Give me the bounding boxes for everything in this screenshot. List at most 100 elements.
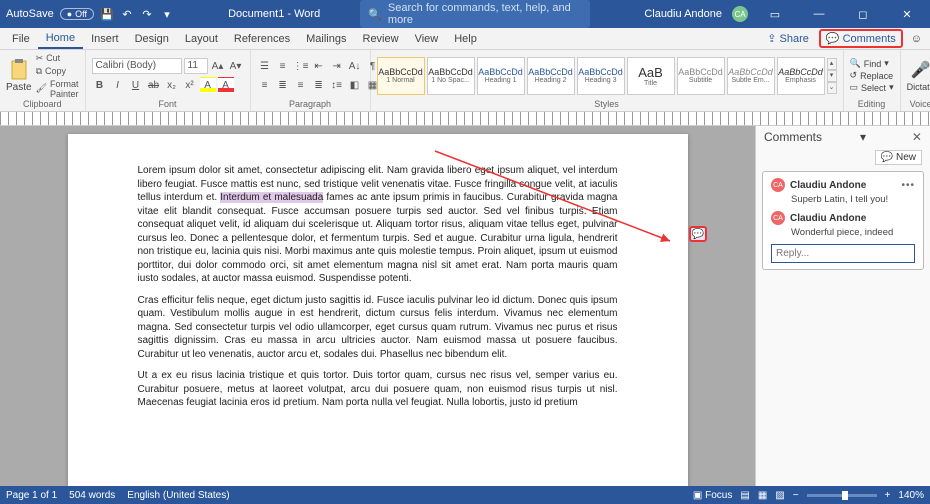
- sort-button[interactable]: A↓: [347, 58, 363, 74]
- redo-icon[interactable]: ↷: [140, 7, 154, 21]
- close-icon[interactable]: ✕: [890, 8, 924, 21]
- increase-indent-button[interactable]: ⇥: [329, 58, 345, 74]
- align-left-button[interactable]: ≡: [257, 77, 273, 93]
- group-paragraph-label: Paragraph: [257, 99, 364, 109]
- font-color-button[interactable]: A: [218, 77, 234, 93]
- view-print-icon[interactable]: ▦: [758, 490, 767, 501]
- para-3[interactable]: Ut a ex eu risus lacinia tristique et qu…: [138, 369, 618, 410]
- style-heading3[interactable]: AaBbCcDdHeading 3: [577, 57, 625, 95]
- bold-button[interactable]: B: [92, 77, 108, 93]
- replace-button[interactable]: ↺Replace: [850, 70, 894, 81]
- styles-expand-icon[interactable]: ⌄: [827, 82, 837, 94]
- tab-layout[interactable]: Layout: [177, 30, 226, 48]
- tab-insert[interactable]: Insert: [83, 30, 127, 48]
- style-subtle-em[interactable]: AaBbCcDdSubtle Em...: [727, 57, 775, 95]
- decrease-indent-button[interactable]: ⇤: [311, 58, 327, 74]
- select-button[interactable]: ▭Select ▾: [850, 82, 894, 93]
- search-input[interactable]: 🔍 Search for commands, text, help, and m…: [360, 0, 590, 28]
- style-heading1[interactable]: AaBbCcDdHeading 1: [477, 57, 525, 95]
- zoom-level[interactable]: 140%: [898, 490, 924, 501]
- tab-file[interactable]: File: [4, 30, 38, 48]
- comment-more-icon[interactable]: •••: [901, 180, 915, 191]
- comment-reply-input[interactable]: [771, 244, 915, 263]
- comment-thread[interactable]: CA Claudiu Andone ••• Superb Latin, I te…: [762, 171, 924, 270]
- justify-button[interactable]: ≣: [311, 77, 327, 93]
- underline-button[interactable]: U: [128, 77, 144, 93]
- page[interactable]: Lorem ipsum dolor sit amet, consectetur …: [68, 134, 688, 486]
- grow-font-icon[interactable]: A▴: [210, 58, 226, 74]
- tab-home[interactable]: Home: [38, 29, 83, 49]
- highlight-color-button[interactable]: A: [200, 77, 216, 93]
- shrink-font-icon[interactable]: A▾: [228, 58, 244, 74]
- zoom-slider[interactable]: [807, 494, 877, 497]
- bullets-button[interactable]: ☰: [257, 58, 273, 74]
- status-words[interactable]: 504 words: [69, 490, 115, 501]
- tab-help[interactable]: Help: [446, 30, 485, 48]
- subscript-button[interactable]: x₂: [164, 77, 180, 93]
- shading-button[interactable]: ◧: [347, 77, 363, 93]
- ribbon-tabs: File Home Insert Design Layout Reference…: [0, 28, 930, 50]
- copy-button[interactable]: ⧉Copy: [36, 66, 79, 77]
- focus-mode-button[interactable]: ▣ Focus: [693, 490, 732, 501]
- align-center-button[interactable]: ≣: [275, 77, 291, 93]
- tab-view[interactable]: View: [407, 30, 447, 48]
- cut-button[interactable]: ✂Cut: [36, 53, 79, 64]
- autosave-toggle[interactable]: ● Off: [60, 8, 94, 20]
- tab-mailings[interactable]: Mailings: [298, 30, 354, 48]
- find-button[interactable]: 🔍Find ▾: [850, 58, 894, 69]
- italic-button[interactable]: I: [110, 77, 126, 93]
- tab-design[interactable]: Design: [127, 30, 177, 48]
- comment-item: CA Claudiu Andone Wonderful piece, indee…: [771, 211, 915, 238]
- style-title[interactable]: AaBTitle: [627, 57, 675, 95]
- zoom-in-icon[interactable]: +: [885, 490, 891, 501]
- comments-pane-close-icon[interactable]: ✕: [912, 130, 922, 144]
- align-right-button[interactable]: ≡: [293, 77, 309, 93]
- dictate-button[interactable]: 🎤 Dictate: [907, 60, 930, 92]
- document-area[interactable]: 💬 Lorem ipsum dolor sit amet, consectetu…: [0, 126, 755, 486]
- maximize-icon[interactable]: ◻: [846, 8, 880, 21]
- format-painter-button[interactable]: 🖌Format Painter: [36, 79, 79, 99]
- highlighted-text[interactable]: Interdum et malesuada: [220, 192, 323, 203]
- inline-comment-marker[interactable]: 💬: [689, 226, 707, 242]
- status-page[interactable]: Page 1 of 1: [6, 490, 57, 501]
- font-size-select[interactable]: 11: [184, 58, 208, 74]
- paste-button[interactable]: Paste: [6, 58, 32, 93]
- avatar[interactable]: CA: [732, 6, 748, 22]
- multilevel-button[interactable]: ⋮≡: [293, 58, 309, 74]
- style-normal[interactable]: AaBbCcDd1 Normal: [377, 57, 425, 95]
- save-icon[interactable]: 💾: [100, 7, 114, 21]
- view-web-icon[interactable]: ▨: [775, 490, 784, 501]
- smiley-feedback-icon[interactable]: ☺: [907, 33, 926, 45]
- ribbon-display-icon[interactable]: ▭: [758, 8, 792, 21]
- tab-review[interactable]: Review: [355, 30, 407, 48]
- group-voice-label: Voice: [907, 99, 930, 109]
- para-1[interactable]: Lorem ipsum dolor sit amet, consectetur …: [138, 164, 618, 286]
- style-no-spacing[interactable]: AaBbCcDd1 No Spac...: [427, 57, 475, 95]
- superscript-button[interactable]: x²: [182, 77, 198, 93]
- numbering-button[interactable]: ≡: [275, 58, 291, 74]
- comments-button[interactable]: 💬 Comments: [819, 29, 903, 48]
- status-language[interactable]: English (United States): [127, 490, 229, 501]
- comments-pane-settings-icon[interactable]: ▾: [860, 130, 866, 144]
- view-read-icon[interactable]: ▤: [740, 490, 749, 501]
- undo-icon[interactable]: ↶: [120, 7, 134, 21]
- style-emphasis[interactable]: AaBbCcDdEmphasis: [777, 57, 825, 95]
- new-comment-button[interactable]: 💬 New: [875, 150, 922, 165]
- find-icon: 🔍: [850, 58, 861, 69]
- qat-customize-icon[interactable]: ▾: [160, 7, 174, 21]
- share-button[interactable]: ⇪ Share: [761, 30, 815, 47]
- minimize-icon[interactable]: —: [802, 8, 836, 20]
- style-subtitle[interactable]: AaBbCcDdSubtitle: [677, 57, 725, 95]
- title-bar: AutoSave ● Off 💾 ↶ ↷ ▾ Document1 - Word …: [0, 0, 930, 28]
- style-heading2[interactable]: AaBbCcDdHeading 2: [527, 57, 575, 95]
- zoom-out-icon[interactable]: −: [793, 490, 799, 501]
- horizontal-ruler[interactable]: [0, 112, 930, 126]
- line-spacing-button[interactable]: ↕≡: [329, 77, 345, 93]
- styles-scroll-up-icon[interactable]: ▴: [827, 58, 837, 70]
- font-family-select[interactable]: Calibri (Body): [92, 58, 182, 74]
- strike-button[interactable]: ab: [146, 77, 162, 93]
- styles-scroll-down-icon[interactable]: ▾: [827, 70, 837, 82]
- tab-references[interactable]: References: [226, 30, 298, 48]
- para-2[interactable]: Cras efficitur felis neque, eget dictum …: [138, 294, 618, 362]
- user-name[interactable]: Claudiu Andone: [644, 8, 722, 20]
